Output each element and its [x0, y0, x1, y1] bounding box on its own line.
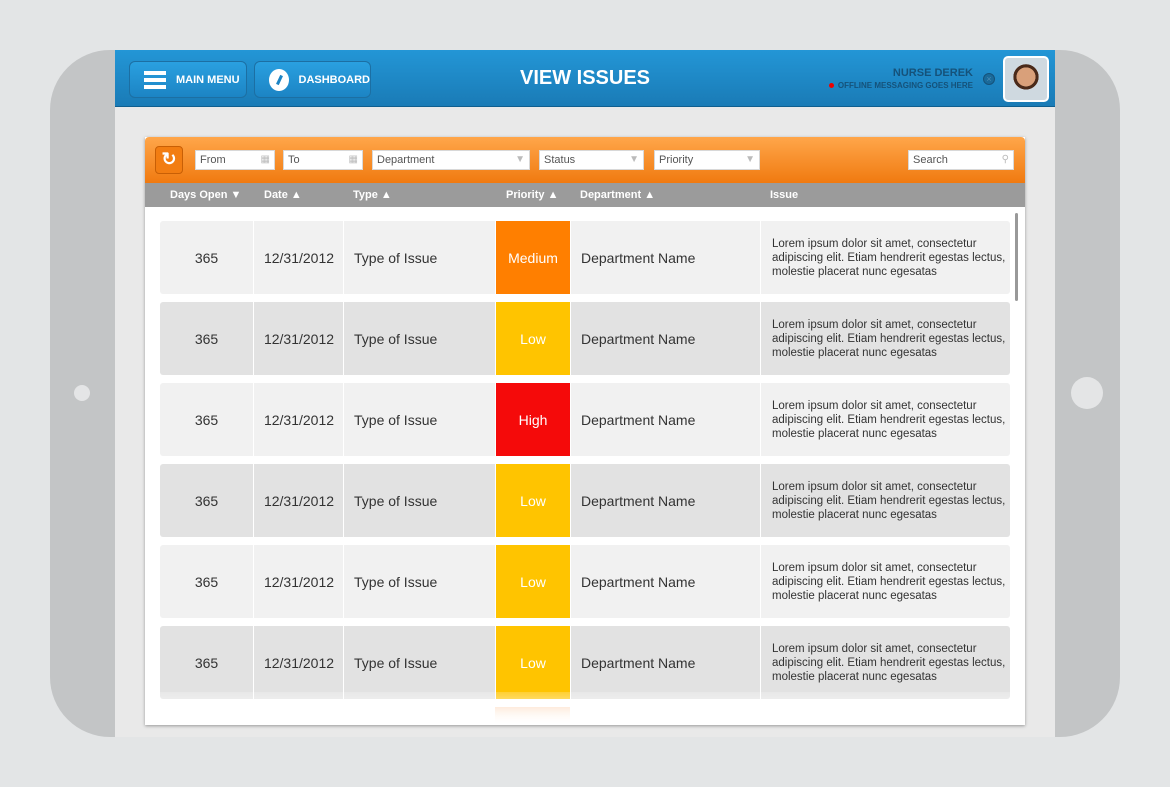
status-select[interactable]: Status ▼	[539, 150, 644, 170]
cell-type: Type of Issue	[345, 464, 496, 537]
cell-department: Department Name	[572, 302, 761, 375]
cell-issue: Lorem ipsum dolor sit amet, consectetur …	[772, 642, 1006, 683]
cell-department: Department Name	[572, 221, 761, 294]
calendar-icon[interactable]: ▦	[261, 154, 270, 165]
app-header: MAIN MENU DASHBOARD VIEW ISSUES NURSE DE…	[115, 50, 1055, 107]
cell-department: Department Name	[572, 545, 761, 618]
to-placeholder: To	[288, 154, 300, 166]
sort-arrow-icon: ▲	[644, 189, 656, 201]
scroll-fade	[145, 692, 1025, 725]
scrollbar[interactable]	[1015, 213, 1018, 301]
sort-arrow-icon: ▲	[290, 189, 302, 201]
sort-arrow-icon: ▲	[547, 189, 559, 201]
sort-arrow-icon: ▼	[230, 189, 242, 201]
cell-date: 12/31/2012	[255, 221, 344, 294]
cell-date: 12/31/2012	[255, 464, 344, 537]
status-message: OFFLINE MESSAGING GOES HERE	[837, 81, 973, 90]
sort-arrow-icon: ▲	[380, 189, 392, 201]
column-label: Priority	[506, 189, 545, 201]
table-row[interactable]: 365 12/31/2012 Type of Issue High Department…	[160, 383, 1010, 456]
close-icon[interactable]: ×	[983, 73, 995, 85]
cell-days: 365	[160, 626, 254, 699]
cell-issue: Lorem ipsum dolor sit amet, consectetur …	[772, 237, 1006, 278]
to-date-field[interactable]: To ▦	[283, 150, 363, 170]
cell-issue: Lorem ipsum dolor sit amet, consectetur …	[772, 480, 1006, 521]
avatar[interactable]	[1003, 56, 1049, 102]
table-row[interactable]: 365 12/31/2012 Type of Issue Medium Departme…	[160, 221, 1010, 294]
column-header-days-open[interactable]: Days Open ▼	[170, 189, 241, 201]
table-row[interactable]: 365 12/31/2012 Type of Issue Low Department …	[160, 464, 1010, 537]
cell-issue: Lorem ipsum dolor sit amet, consectetur …	[772, 318, 1006, 359]
status-value: Status	[544, 154, 576, 166]
cell-type: Type of Issue	[345, 383, 496, 456]
cell-issue: Lorem ipsum dolor sit amet, consectetur …	[772, 399, 1006, 440]
priority-badge: Low	[496, 545, 571, 618]
priority-badge: High	[496, 383, 571, 456]
column-header-department[interactable]: Department ▲	[580, 189, 655, 201]
cell-issue: Lorem ipsum dolor sit amet, consectetur …	[772, 561, 1006, 602]
column-header-type[interactable]: Type ▲	[353, 189, 392, 201]
cell-date: 12/31/2012	[255, 545, 344, 618]
filter-toolbar: ↻ From ▦ To ▦ Department ▼ Status ▼ Priority…	[145, 137, 1025, 183]
column-label: Issue	[770, 189, 799, 201]
from-date-field[interactable]: From ▦	[195, 150, 275, 170]
cell-days: 365	[160, 221, 254, 294]
search-icon: ⚲	[1001, 154, 1009, 165]
column-label: Date	[264, 189, 288, 201]
column-label: Type	[353, 189, 378, 201]
priority-badge: Low	[496, 464, 571, 537]
search-placeholder: Search	[913, 154, 948, 166]
cell-department: Department Name	[572, 464, 761, 537]
cell-type: Type of Issue	[345, 545, 496, 618]
table-row[interactable]: 365 12/31/2012 Type of Issue Low Department …	[160, 545, 1010, 618]
screen: MAIN MENU DASHBOARD VIEW ISSUES NURSE DE…	[115, 50, 1055, 737]
user-info: NURSE DEREK OFFLINE MESSAGING GOES HERE	[828, 67, 973, 90]
cell-days: 365	[160, 545, 254, 618]
issues-panel: ↻ From ▦ To ▦ Department ▼ Status ▼ Priority…	[145, 137, 1025, 725]
cell-days: 365	[160, 302, 254, 375]
cell-type: Type of Issue	[345, 302, 496, 375]
user-name: NURSE DEREK	[892, 67, 973, 79]
cell-type: Type of Issue	[345, 626, 496, 699]
cell-department: Department Name	[572, 626, 761, 699]
column-header-priority[interactable]: Priority ▲	[506, 189, 558, 201]
cell-date: 12/31/2012	[255, 302, 344, 375]
priority-badge: Low	[496, 302, 571, 375]
priority-badge: Medium	[496, 221, 571, 294]
department-select[interactable]: Department ▼	[372, 150, 530, 170]
chevron-down-icon: ▼	[629, 154, 639, 165]
priority-value: Priority	[659, 154, 694, 166]
priority-select[interactable]: Priority ▼	[654, 150, 760, 170]
department-value: Department	[377, 154, 435, 166]
column-header-issue[interactable]: Issue	[770, 189, 798, 201]
refresh-button[interactable]: ↻	[155, 146, 183, 174]
priority-badge: Low	[496, 626, 571, 699]
table-row[interactable]: 365 12/31/2012 Type of Issue Low Department …	[160, 302, 1010, 375]
calendar-icon[interactable]: ▦	[349, 154, 358, 165]
camera	[74, 385, 90, 401]
cell-days: 365	[160, 464, 254, 537]
cell-date: 12/31/2012	[255, 626, 344, 699]
from-placeholder: From	[200, 154, 226, 166]
chevron-down-icon: ▼	[745, 154, 755, 165]
search-input[interactable]: Search ⚲	[908, 150, 1014, 170]
cell-type: Type of Issue	[345, 221, 496, 294]
table-row[interactable]: 365 12/31/2012 Type of Issue Low Department …	[160, 626, 1010, 699]
refresh-icon: ↻	[161, 149, 177, 169]
cell-date: 12/31/2012	[255, 383, 344, 456]
status-dot-icon	[828, 83, 834, 88]
column-label: Days Open	[170, 189, 228, 201]
cell-department: Department Name	[572, 383, 761, 456]
column-headers: Days Open ▼ Date ▲ Type ▲ Priority ▲ Departm…	[145, 183, 1025, 207]
cell-days: 365	[160, 383, 254, 456]
column-header-date[interactable]: Date ▲	[264, 189, 302, 201]
home-button[interactable]	[1071, 377, 1103, 409]
chevron-down-icon: ▼	[515, 154, 525, 165]
column-label: Department	[580, 189, 642, 201]
